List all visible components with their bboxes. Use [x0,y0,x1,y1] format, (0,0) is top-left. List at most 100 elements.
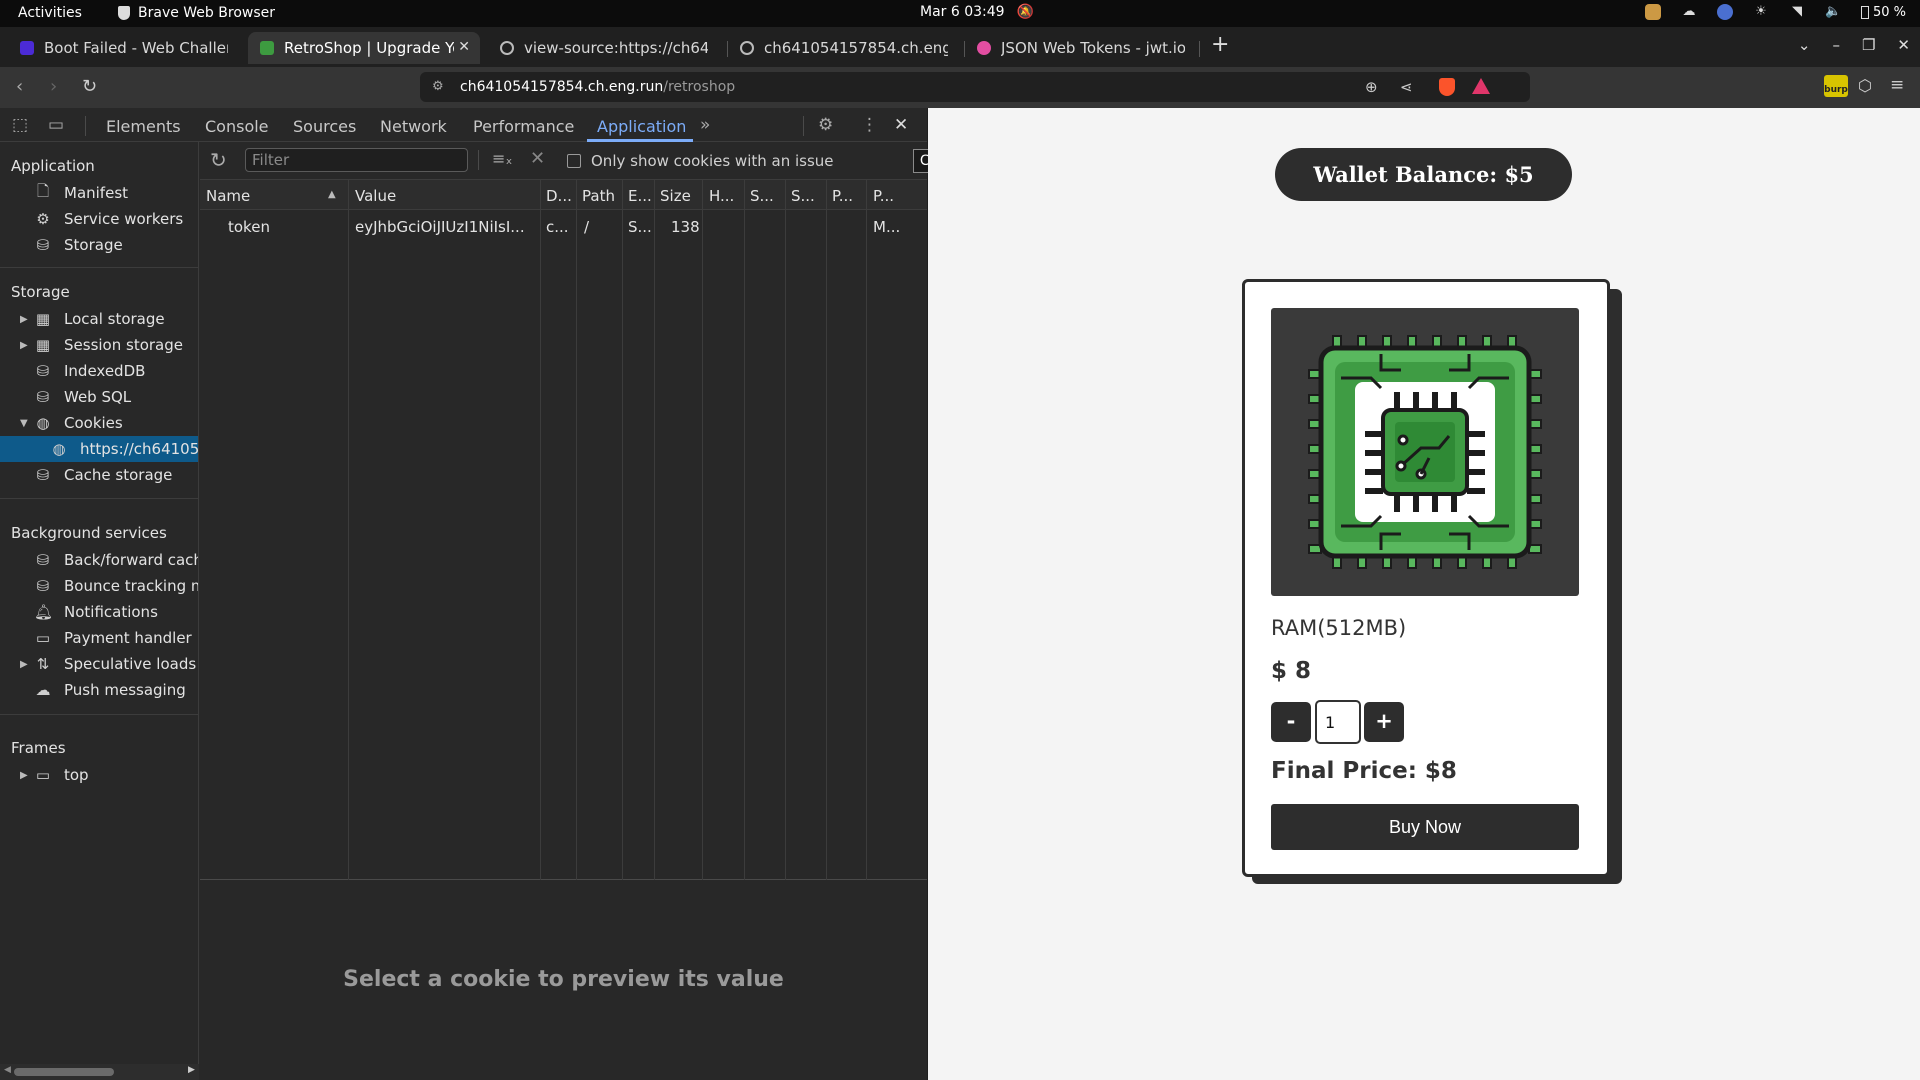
ram-chip-icon [1308,335,1542,569]
sidebar-item-cache-storage[interactable]: ⛁ Cache storage [0,462,198,488]
sidebar-item-bounce-tracking[interactable]: ⛁ Bounce tracking mitigations [0,573,198,599]
new-tab-button[interactable]: + [1211,32,1229,57]
cookie-path-cell[interactable]: / [584,218,589,236]
devtools-close-icon[interactable]: ✕ [894,115,908,135]
inspect-element-icon[interactable]: ⬚ [12,115,28,135]
column-header-expires[interactable]: E... [628,187,652,205]
expand-arrow-icon[interactable]: ▶ [20,314,28,325]
tab-performance[interactable]: Performance [473,117,574,136]
column-header-samesite[interactable]: S... [791,187,815,205]
delete-selected-icon[interactable]: ✕ [530,148,545,169]
only-issues-checkbox[interactable] [567,154,581,168]
tab-globe-icon [500,41,514,55]
clear-all-cookies-icon[interactable]: ≡ₓ [492,149,513,168]
more-tabs-chevron-icon[interactable]: » [700,115,710,135]
tab-network[interactable]: Network [380,117,447,136]
column-header-partition[interactable]: P... [832,187,853,205]
wallet-balance-badge: Wallet Balance: $5 [1275,148,1572,201]
back-button[interactable]: ‹ [16,76,23,97]
column-header-name[interactable]: Name [206,187,250,205]
address-bar[interactable]: ⚙ ch641054157854.ch.eng.run/retroshop ⊕ … [420,72,1530,102]
window-close-button[interactable]: ✕ [1897,36,1910,54]
site-info-icon[interactable]: ⚙ [432,79,444,94]
column-header-httponly[interactable]: H... [709,187,734,205]
cookie-size-cell[interactable]: 138 [671,218,700,236]
scrollbar-thumb[interactable] [14,1068,114,1076]
sidebar-item-local-storage[interactable]: ▶ ▦ Local storage [0,306,198,332]
column-header-secure[interactable]: S... [750,187,774,205]
database-icon: ⛁ [36,362,50,380]
column-header-size[interactable]: Size [660,187,691,205]
reload-button[interactable]: ↻ [82,76,97,97]
activities-button[interactable]: Activities [18,5,82,21]
cookie-name-cell[interactable]: token [228,218,270,236]
tab-boot-failed[interactable]: Boot Failed - Web Challenge [8,32,240,64]
tab-challenge-host[interactable]: ch641054157854.ch.eng.run/ [728,32,960,64]
column-header-value[interactable]: Value [355,187,396,205]
settings-gear-icon[interactable]: ⚙ [818,115,833,135]
sidebar-item-frame-top[interactable]: ▶ ▭ top [0,762,198,788]
tab-elements[interactable]: Elements [106,117,181,136]
sidebar-item-session-storage[interactable]: ▶ ▦ Session storage [0,332,198,358]
decrease-quantity-button[interactable]: - [1271,702,1311,742]
sidebar-item-notifications[interactable]: 🔔︎ Notifications [0,599,198,625]
sidebar-item-manifest[interactable]: 🗋 Manifest [0,180,198,206]
increase-quantity-button[interactable]: + [1364,702,1404,742]
only-issues-label[interactable]: Only show cookies with an issue [591,152,834,170]
tab-jwt-io[interactable]: JSON Web Tokens - jwt.io [965,32,1197,64]
column-header-path[interactable]: Path [582,187,615,205]
tab-search-chevron-icon[interactable]: ⌄ [1798,36,1811,54]
sidebar-item-cookies[interactable]: ▼ ◍ Cookies [0,410,198,436]
zoom-icon[interactable]: ⊕ [1365,78,1378,96]
refresh-cookies-icon[interactable]: ↻ [210,148,227,172]
tab-view-source[interactable]: view-source:https://ch6410 [488,32,720,64]
browser-menu-icon[interactable]: ≡ [1890,75,1904,95]
sidebar-item-payment-handler[interactable]: ▭ Payment handler [0,625,198,651]
sidebar-item-storage[interactable]: ⛁ Storage [0,232,198,258]
quantity-input[interactable] [1315,700,1361,744]
sidebar-item-back-forward-cache[interactable]: ⛁ Back/forward cache [0,547,198,573]
sidebar-item-indexeddb[interactable]: ⛁ IndexedDB [0,358,198,384]
cookie-filter-input[interactable] [245,148,468,172]
tab-sources[interactable]: Sources [293,117,356,136]
tab-application[interactable]: Application [597,117,686,136]
brave-shields-icon[interactable] [1439,78,1455,96]
buy-now-button[interactable]: Buy Now [1271,804,1579,850]
cookie-value-cell[interactable]: eyJhbGciOiJIUzI1NiIsI... [355,218,525,236]
extensions-icon[interactable]: ⬡ [1858,76,1872,95]
sidebar-item-label: Notifications [64,603,158,621]
cookie-priority-cell[interactable]: M... [873,218,900,236]
sidebar-item-speculative-loads[interactable]: ▶ ⇅ Speculative loads [0,651,198,677]
sidebar-item-push-messaging[interactable]: ☁ Push messaging [0,677,198,703]
column-header-domain[interactable]: D... [546,187,572,205]
sidebar-item-web-sql[interactable]: ⛁ Web SQL [0,384,198,410]
scroll-right-arrow-icon[interactable]: ▶ [188,1065,195,1075]
cookie-expires-cell[interactable]: S... [628,218,652,236]
brave-rewards-icon[interactable] [1472,78,1490,94]
sidebar-item-cookie-origin[interactable]: ◍ https://ch641054 [0,436,198,462]
expand-arrow-icon[interactable]: ▶ [20,659,28,670]
system-tray[interactable]: ☁ ☀ ◥ 🔈 50 % [1644,4,1906,20]
sidebar-item-label: Session storage [64,336,183,354]
expand-arrow-icon[interactable]: ▶ [20,770,28,781]
minimize-button[interactable]: – [1832,36,1840,54]
clock[interactable]: Mar 6 03:49 🔕 [920,4,1034,20]
burp-extension-icon[interactable]: burp [1824,75,1848,97]
device-toolbar-icon[interactable]: ▭ [48,115,64,135]
forward-button[interactable]: › [50,76,57,97]
cookie-domain-cell[interactable]: c... [546,218,569,236]
scroll-left-arrow-icon[interactable]: ◀ [4,1065,11,1075]
expand-arrow-icon[interactable]: ▶ [20,340,28,351]
share-icon[interactable]: ⋖ [1400,78,1413,96]
chip-pin [1365,469,1383,475]
tab-retroshop[interactable]: RetroShop | Upgrade Your ✕ [248,32,480,64]
sidebar-item-service-workers[interactable]: ⚙ Service workers [0,206,198,232]
tab-close-icon[interactable]: ✕ [458,39,470,55]
active-app-menu[interactable]: Brave Web Browser [118,5,275,21]
tab-console[interactable]: Console [205,117,269,136]
collapse-arrow-icon[interactable]: ▼ [20,418,28,429]
maximize-button[interactable]: ❐ [1862,36,1875,54]
column-header-priority[interactable]: P... [873,187,894,205]
url-text[interactable]: ch641054157854.ch.eng.run/retroshop [460,79,735,95]
customize-menu-icon[interactable]: ⋮ [861,115,878,135]
